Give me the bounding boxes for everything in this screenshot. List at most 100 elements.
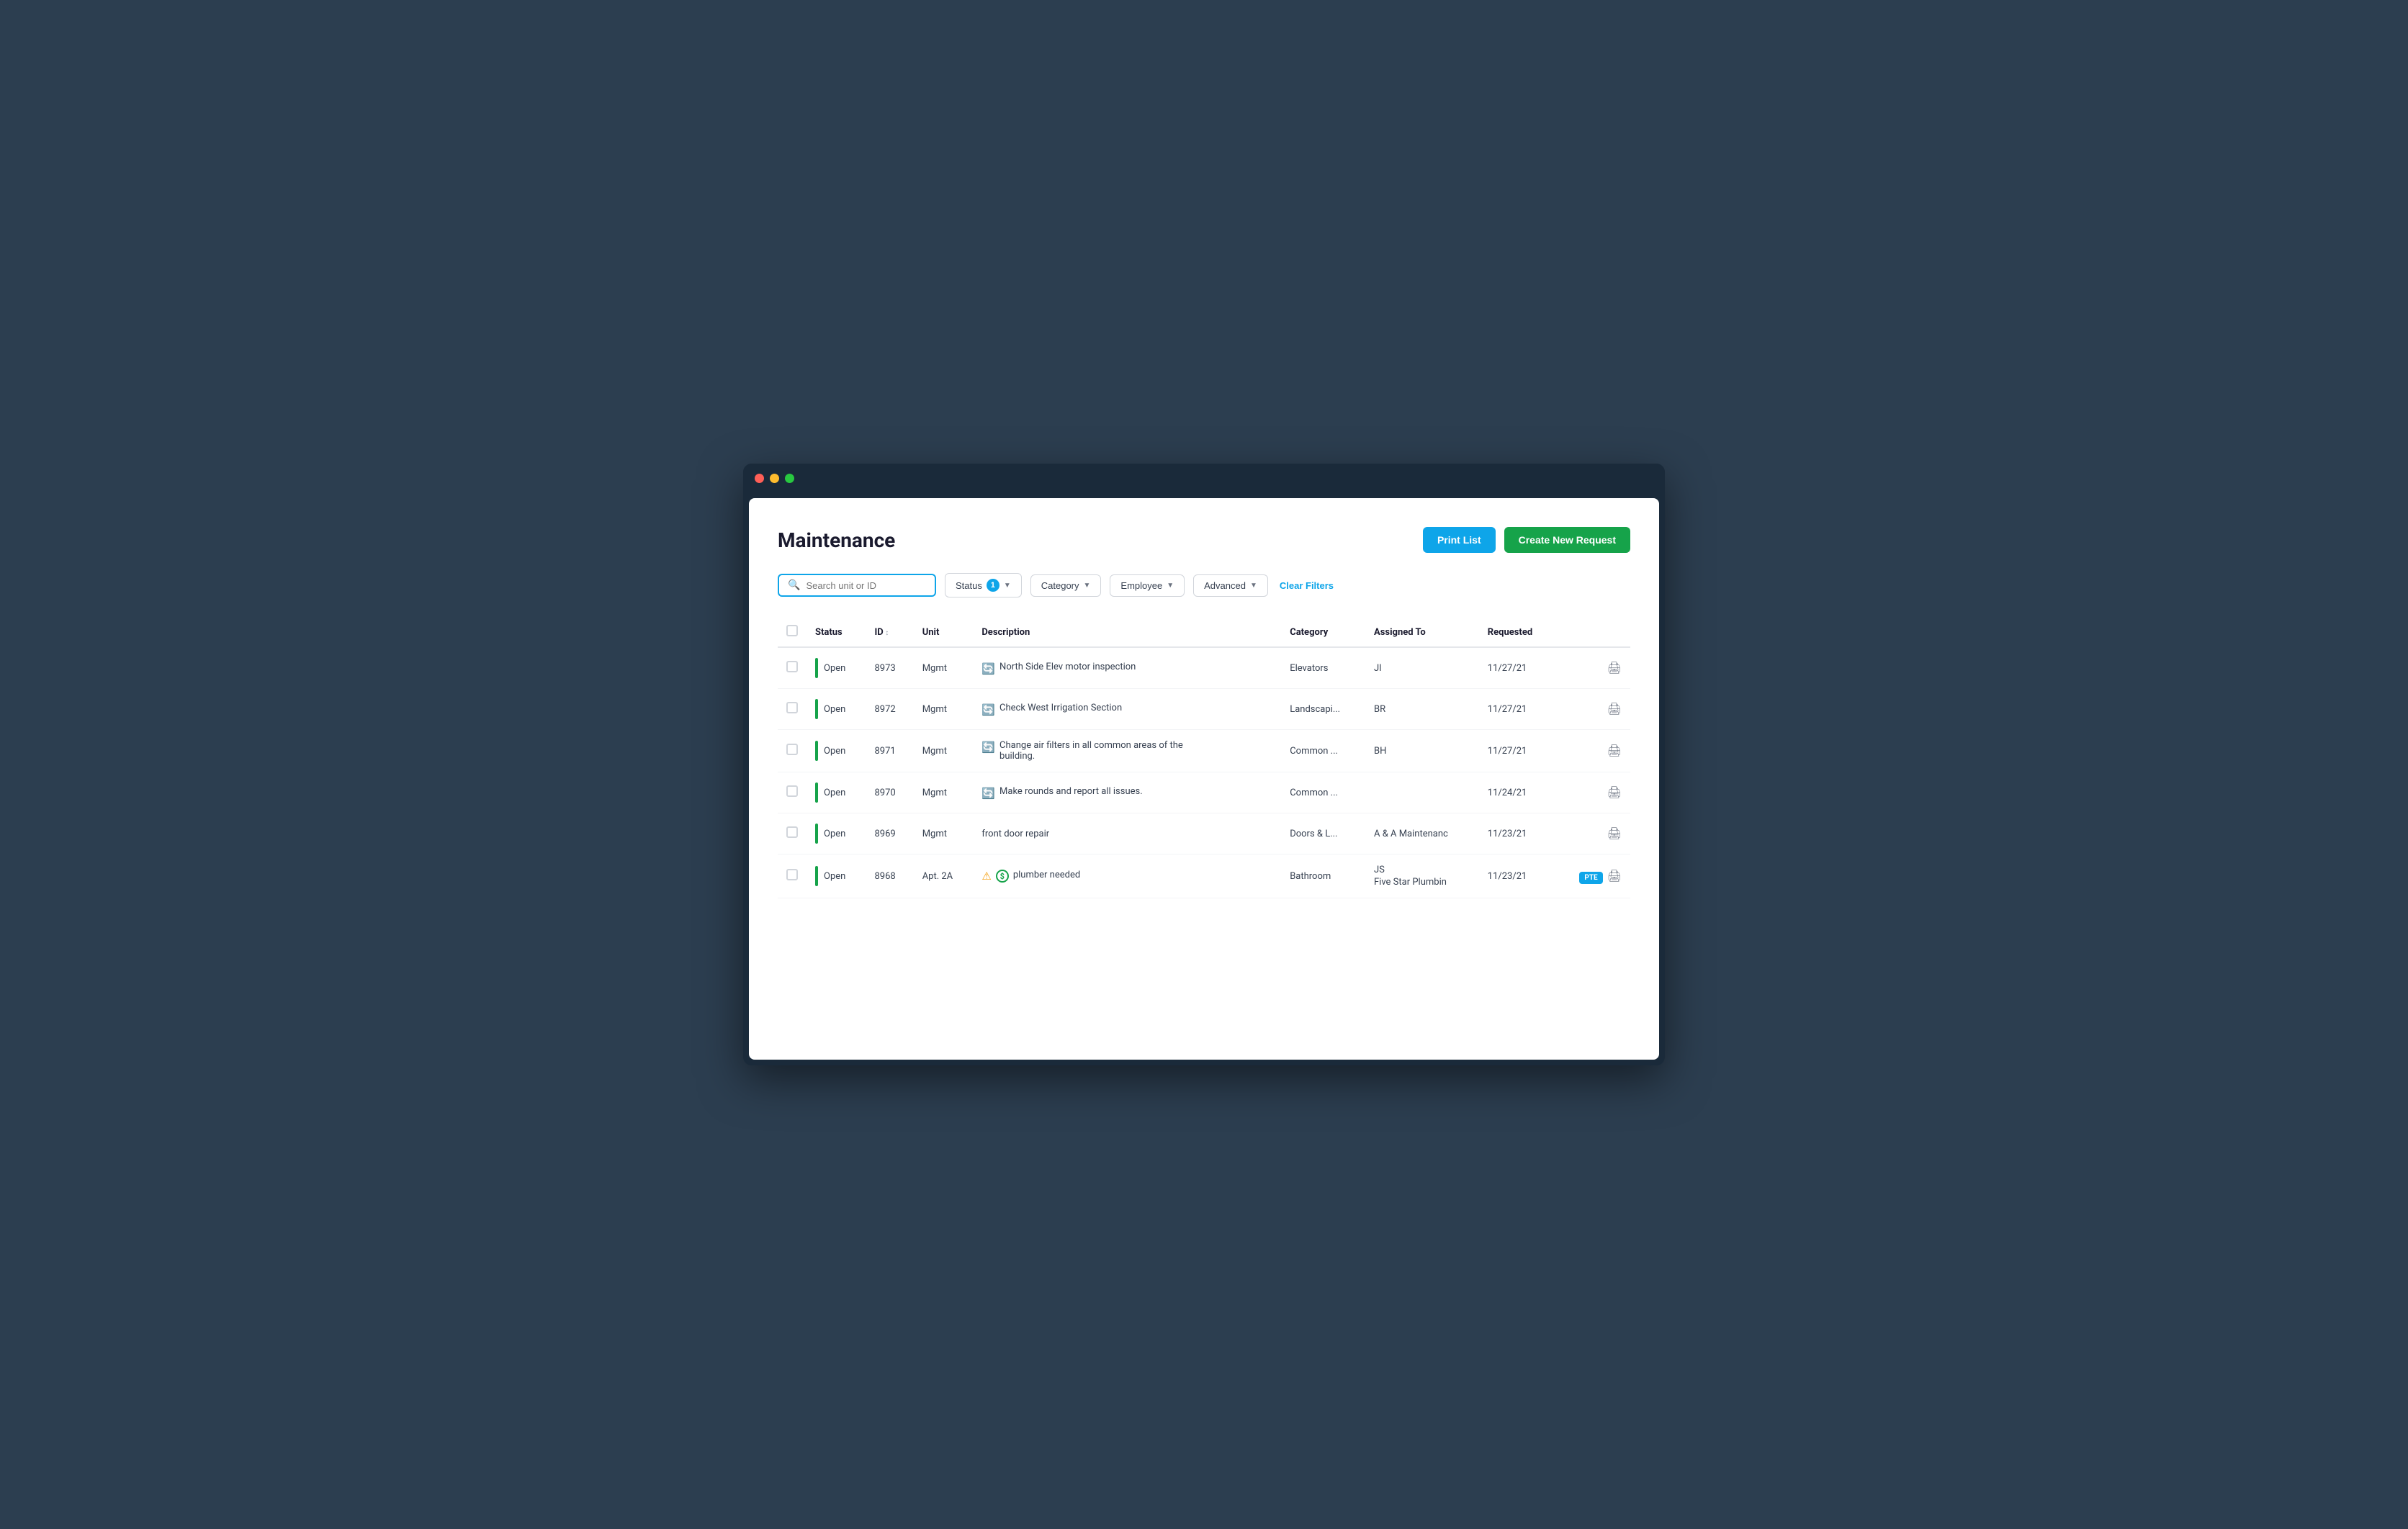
- row-status-cell: Open: [807, 854, 866, 898]
- row-actions-cell: 🖨: [1556, 772, 1630, 813]
- col-assigned-to: Assigned To: [1365, 618, 1479, 647]
- table-row: Open8968Apt. 2A⚠ $ plumber neededBathroo…: [778, 854, 1630, 898]
- status-filter-badge: 1: [987, 579, 999, 592]
- search-box[interactable]: 🔍: [778, 574, 936, 597]
- row-actions-cell: 🖨: [1556, 730, 1630, 772]
- status-chevron-icon: ▼: [1004, 582, 1011, 590]
- row-actions-cell: 🖨: [1556, 647, 1630, 689]
- row-description-cell: ⚠ $ plumber needed: [973, 854, 1281, 898]
- row-assigned-cell: JI: [1365, 647, 1479, 689]
- row-print-button[interactable]: 🖨: [1607, 661, 1622, 675]
- status-indicator: [815, 699, 818, 719]
- table-row: Open8969Mgmt front door repair Doors & L..…: [778, 813, 1630, 854]
- status-indicator: [815, 741, 818, 761]
- row-print-button[interactable]: 🖨: [1607, 785, 1622, 800]
- row-checkbox-cell: [778, 854, 807, 898]
- row-print-button[interactable]: 🖨: [1607, 826, 1622, 841]
- row-checkbox-cell: [778, 647, 807, 689]
- row-id-cell[interactable]: 8971: [866, 730, 913, 772]
- row-unit-cell: Mgmt: [914, 813, 974, 854]
- status-filter-button[interactable]: Status 1 ▼: [945, 573, 1022, 597]
- select-all-checkbox[interactable]: [786, 625, 798, 636]
- description-text: Make rounds and report all issues.: [999, 786, 1143, 797]
- maximize-button[interactable]: [785, 474, 794, 483]
- refresh-icon: 🔄: [981, 703, 995, 716]
- row-checkbox-cell: [778, 730, 807, 772]
- col-checkbox: [778, 618, 807, 647]
- status-indicator: [815, 782, 818, 803]
- print-list-button[interactable]: Print List: [1423, 527, 1496, 553]
- category-chevron-icon: ▼: [1084, 582, 1091, 590]
- clear-filters-button[interactable]: Clear Filters: [1280, 580, 1334, 591]
- col-id[interactable]: ID: [866, 618, 913, 647]
- search-input[interactable]: [806, 580, 926, 591]
- description-text: North Side Elev motor inspection: [999, 662, 1136, 672]
- row-checkbox[interactable]: [786, 702, 798, 713]
- refresh-icon: 🔄: [981, 741, 995, 754]
- row-requested-cell: 11/23/21: [1479, 854, 1556, 898]
- row-checkbox[interactable]: [786, 744, 798, 755]
- status-indicator: [815, 658, 818, 678]
- table-row: Open8970Mgmt🔄 Make rounds and report all…: [778, 772, 1630, 813]
- minimize-button[interactable]: [770, 474, 779, 483]
- row-print-button[interactable]: 🖨: [1607, 702, 1622, 716]
- col-requested: Requested: [1479, 618, 1556, 647]
- row-id-cell[interactable]: 8972: [866, 689, 913, 730]
- row-id-cell[interactable]: 8968: [866, 854, 913, 898]
- top-bar: Maintenance Print List Create New Reques…: [778, 527, 1630, 553]
- row-requested-cell: 11/23/21: [1479, 813, 1556, 854]
- col-unit: Unit: [914, 618, 974, 647]
- main-content: Maintenance Print List Create New Reques…: [749, 498, 1659, 1060]
- refresh-icon: 🔄: [981, 662, 995, 675]
- row-checkbox[interactable]: [786, 869, 798, 880]
- create-new-request-button[interactable]: Create New Request: [1504, 527, 1630, 553]
- row-checkbox-cell: [778, 689, 807, 730]
- row-category-cell: Doors & L...: [1281, 813, 1365, 854]
- search-icon: 🔍: [788, 579, 800, 591]
- row-category-cell: Landscapi...: [1281, 689, 1365, 730]
- row-id-cell[interactable]: 8970: [866, 772, 913, 813]
- row-id-cell[interactable]: 8969: [866, 813, 913, 854]
- row-actions-cell: PTE🖨: [1556, 854, 1630, 898]
- advanced-filter-button[interactable]: Advanced ▼: [1193, 574, 1268, 597]
- col-actions: [1556, 618, 1630, 647]
- employee-chevron-icon: ▼: [1167, 582, 1174, 590]
- row-requested-cell: 11/27/21: [1479, 647, 1556, 689]
- status-indicator: [815, 824, 818, 844]
- row-unit-cell: Mgmt: [914, 689, 974, 730]
- top-actions: Print List Create New Request: [1423, 527, 1630, 553]
- row-checkbox[interactable]: [786, 785, 798, 797]
- row-print-button[interactable]: 🖨: [1607, 744, 1622, 758]
- row-assigned-cell: BR: [1365, 689, 1479, 730]
- row-checkbox[interactable]: [786, 661, 798, 672]
- row-status-cell: Open: [807, 813, 866, 854]
- category-filter-label: Category: [1041, 580, 1079, 591]
- row-checkbox[interactable]: [786, 826, 798, 838]
- description-text: front door repair: [981, 829, 1049, 839]
- status-label: Open: [824, 871, 845, 882]
- employee-filter-button[interactable]: Employee ▼: [1110, 574, 1185, 597]
- row-unit-cell: Mgmt: [914, 730, 974, 772]
- description-text: plumber needed: [1013, 870, 1080, 880]
- close-button[interactable]: [755, 474, 764, 483]
- category-filter-button[interactable]: Category ▼: [1030, 574, 1102, 597]
- col-category: Category: [1281, 618, 1365, 647]
- row-category-cell: Common ...: [1281, 730, 1365, 772]
- status-indicator: [815, 866, 818, 886]
- row-assigned-cell: JSFive Star Plumbin: [1365, 854, 1479, 898]
- warning-icon: ⚠: [981, 870, 991, 883]
- table-row: Open8972Mgmt🔄 Check West Irrigation Sect…: [778, 689, 1630, 730]
- advanced-filter-label: Advanced: [1204, 580, 1246, 591]
- row-requested-cell: 11/24/21: [1479, 772, 1556, 813]
- row-actions-cell: 🖨: [1556, 813, 1630, 854]
- row-print-button[interactable]: 🖨: [1607, 869, 1622, 883]
- row-assigned-cell: [1365, 772, 1479, 813]
- table-row: Open8973Mgmt🔄 North Side Elev motor insp…: [778, 647, 1630, 689]
- table-row: Open8971Mgmt🔄 Change air filters in all …: [778, 730, 1630, 772]
- row-id-cell[interactable]: 8973: [866, 647, 913, 689]
- row-requested-cell: 11/27/21: [1479, 730, 1556, 772]
- row-category-cell: Common ...: [1281, 772, 1365, 813]
- titlebar: [743, 464, 1665, 492]
- col-description: Description: [973, 618, 1281, 647]
- row-description-cell: 🔄 Check West Irrigation Section: [973, 689, 1281, 730]
